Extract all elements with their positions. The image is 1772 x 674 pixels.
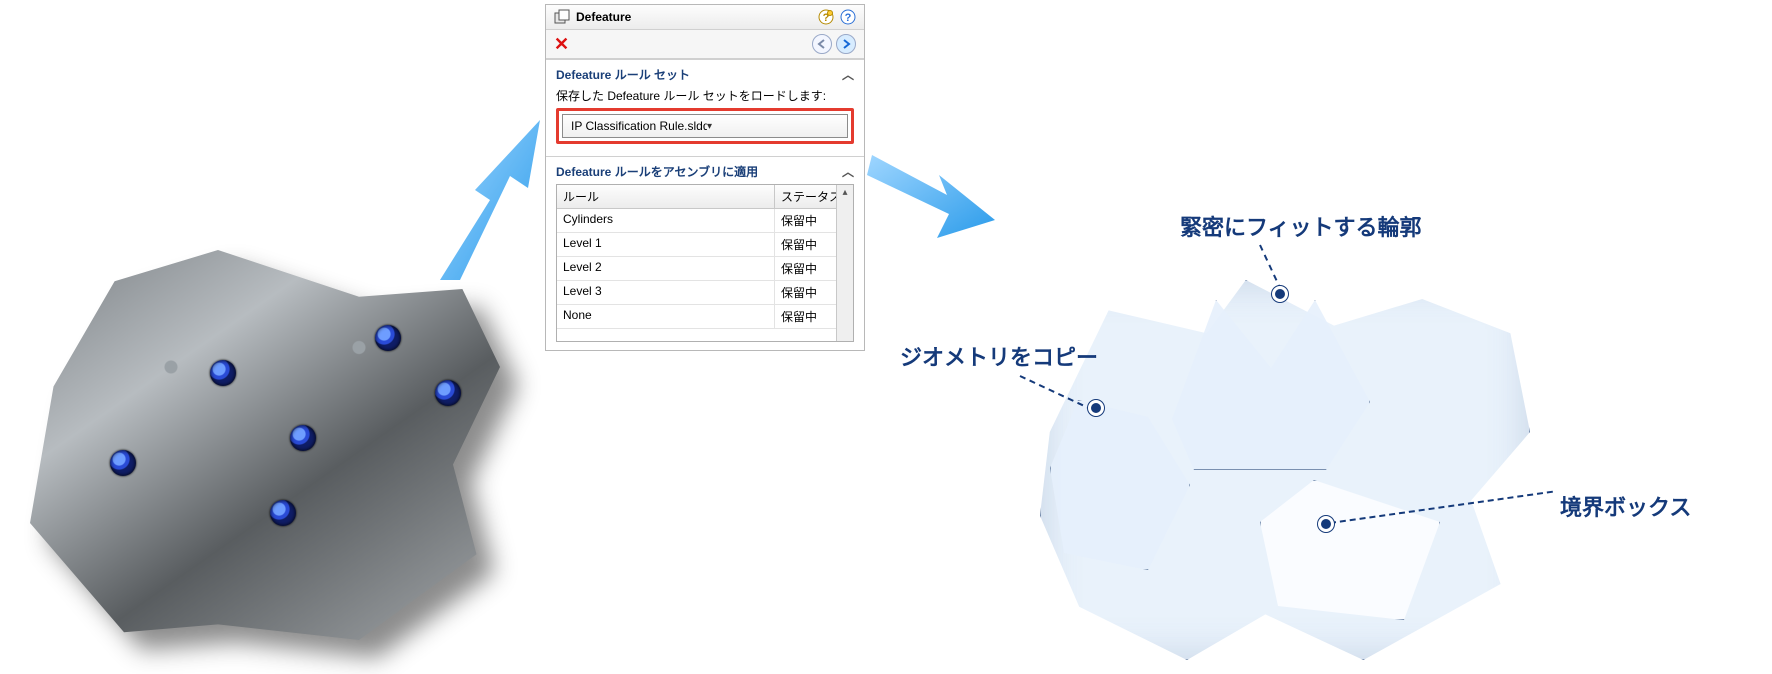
rule-cell: Level 3: [557, 281, 775, 305]
rule-cell: Level 1: [557, 233, 775, 257]
collapse-icon: ︿: [842, 163, 854, 180]
ruleset-dropdown[interactable]: IP Classification Rule.slddrs ▾: [562, 114, 848, 138]
table-row[interactable]: Level 2 保留中: [557, 257, 853, 281]
rules-col-rule[interactable]: ルール: [557, 185, 775, 209]
table-row[interactable]: Level 1 保留中: [557, 233, 853, 257]
svg-text:?: ?: [845, 12, 852, 24]
chevron-down-icon: ▾: [707, 121, 843, 132]
defeature-icon: [554, 9, 570, 25]
defeatured-model-image: [1030, 260, 1540, 660]
ruleset-hint: 保存した Defeature ルール セットをロードします:: [556, 87, 854, 104]
flow-arrow-input: [430, 110, 560, 290]
section-header-ruleset[interactable]: Defeature ルール セット ︿: [546, 59, 864, 85]
section-header-apply-label: Defeature ルールをアセンブリに適用: [556, 163, 758, 180]
defeature-panel: Defeature ? ? ✕ Defeature ルール セット ︿ 保存した…: [545, 4, 865, 351]
close-icon[interactable]: ✕: [554, 35, 569, 53]
source-model-image: [30, 250, 500, 640]
ruleset-dropdown-value: IP Classification Rule.slddrs: [571, 119, 707, 133]
table-row[interactable]: None 保留中: [557, 305, 853, 329]
scroll-up-icon: ▴: [842, 187, 847, 198]
callout-copy-geometry-label: ジオメトリをコピー: [900, 340, 1098, 372]
section-header-apply[interactable]: Defeature ルールをアセンブリに適用 ︿: [546, 156, 864, 182]
callout-dot: [1318, 516, 1334, 532]
nav-back-icon[interactable]: [812, 34, 832, 54]
collapse-icon: ︿: [842, 66, 854, 83]
rule-cell: Cylinders: [557, 209, 775, 233]
panel-action-row: ✕: [546, 30, 864, 59]
panel-titlebar: Defeature ? ?: [546, 5, 864, 30]
callout-tight-fit-label: 緊密にフィットする輪郭: [1180, 210, 1422, 242]
section-header-ruleset-label: Defeature ルール セット: [556, 66, 690, 83]
table-row[interactable]: Cylinders 保留中: [557, 209, 853, 233]
help-manual-icon[interactable]: ?: [818, 9, 834, 25]
callout-dot: [1272, 286, 1288, 302]
help-icon[interactable]: ?: [840, 9, 856, 25]
callout-bounding-box-label: 境界ボックス: [1560, 490, 1691, 522]
ruleset-dropdown-highlight: IP Classification Rule.slddrs ▾: [556, 108, 854, 144]
table-row[interactable]: Level 3 保留中: [557, 281, 853, 305]
rules-table: ルール ステータス Cylinders 保留中 Level 1 保留中 Leve…: [556, 184, 854, 342]
panel-title: Defeature: [576, 10, 812, 24]
table-scrollbar[interactable]: ▴: [836, 185, 853, 341]
nav-forward-icon[interactable]: [836, 34, 856, 54]
rule-cell: Level 2: [557, 257, 775, 281]
rule-cell: None: [557, 305, 775, 329]
callout-dot: [1088, 400, 1104, 416]
flow-arrow-output: [867, 140, 997, 250]
